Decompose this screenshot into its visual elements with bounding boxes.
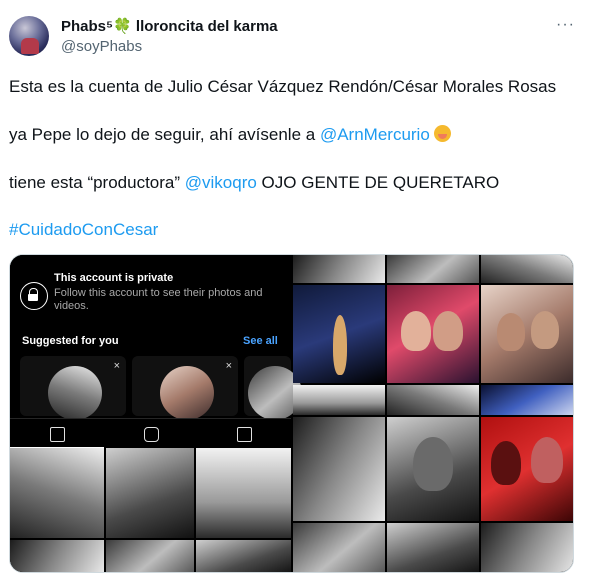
suggested-avatar <box>48 366 102 420</box>
photo-thumbnail <box>387 285 479 383</box>
close-icon: × <box>113 360 120 372</box>
more-options-icon[interactable]: ··· <box>556 16 575 34</box>
suggested-card: × <box>20 356 126 420</box>
close-icon: × <box>225 360 232 372</box>
avatar[interactable] <box>9 16 49 56</box>
private-subtitle: Follow this account to see their photos … <box>54 287 263 312</box>
photo-thumbnail <box>481 523 573 572</box>
tweet-media[interactable]: This account is private Follow this acco… <box>9 254 574 573</box>
suggested-card: × <box>132 356 238 420</box>
grid-icon <box>50 427 65 442</box>
photo-thumbnail <box>10 540 104 572</box>
photo-thumbnail <box>293 385 385 415</box>
photo-thumbnail <box>106 540 194 572</box>
tweet-text: OJO GENTE DE QUERETARO <box>256 173 500 192</box>
photo-thumbnail <box>387 385 479 415</box>
instagram-screenshot-private: This account is private Follow this acco… <box>10 255 302 572</box>
clover-icon: 🍀 <box>113 18 132 35</box>
private-account-notice: This account is private Follow this acco… <box>10 255 302 420</box>
reels-icon <box>144 427 159 442</box>
tweet-text-line-2: ya Pepe lo dejo de seguir, ahí avísenle … <box>9 125 451 145</box>
photo-thumbnail <box>387 417 479 521</box>
photo-thumbnail <box>196 448 291 538</box>
photo-thumbnail <box>106 448 194 538</box>
tweet-text-line-1: Esta es la cuenta de Julio César Vázquez… <box>9 77 557 96</box>
suggested-card <box>244 356 302 420</box>
photo-thumbnail <box>481 285 573 383</box>
photo-thumbnail <box>293 285 385 383</box>
photo-thumbnail <box>196 540 291 572</box>
tweet-text: tiene esta “productora” <box>9 173 185 192</box>
private-title: This account is private <box>54 272 174 284</box>
photo-thumbnail <box>481 417 573 521</box>
photo-thumbnail <box>10 448 104 538</box>
hashtag-link[interactable]: #CuidadoConCesar <box>9 220 158 240</box>
mention-link[interactable]: @ArnMercurio <box>320 125 430 144</box>
see-all-link: See all <box>243 335 278 347</box>
face-with-hand-over-mouth-icon <box>433 125 451 142</box>
user-handle[interactable]: @soyPhabs <box>61 38 142 55</box>
suggested-avatar <box>160 366 214 420</box>
lock-icon <box>20 282 48 310</box>
photo-thumbnail <box>293 417 385 521</box>
suggested-heading: Suggested for you <box>22 335 119 347</box>
photo-thumbnail <box>481 385 573 415</box>
display-name-rest[interactable]: lloroncita del karma <box>132 18 278 35</box>
photo-thumbnail <box>387 255 479 283</box>
photo-thumbnail <box>293 523 385 572</box>
tagged-icon <box>237 427 252 442</box>
photo-thumbnail <box>293 255 385 283</box>
tweet-text: ya Pepe lo dejo de seguir, ahí avísenle … <box>9 125 320 144</box>
profile-tabs <box>10 418 291 449</box>
display-name[interactable]: Phabs⁵🍀 lloroncita del karma <box>61 17 278 35</box>
photo-thumbnail <box>481 255 573 283</box>
tweet-text-line-3: tiene esta “productora” @vikoqro OJO GEN… <box>9 173 499 193</box>
photo-thumbnail <box>387 523 479 572</box>
mention-link[interactable]: @vikoqro <box>185 173 257 192</box>
display-name-text[interactable]: Phabs⁵ <box>61 18 113 35</box>
